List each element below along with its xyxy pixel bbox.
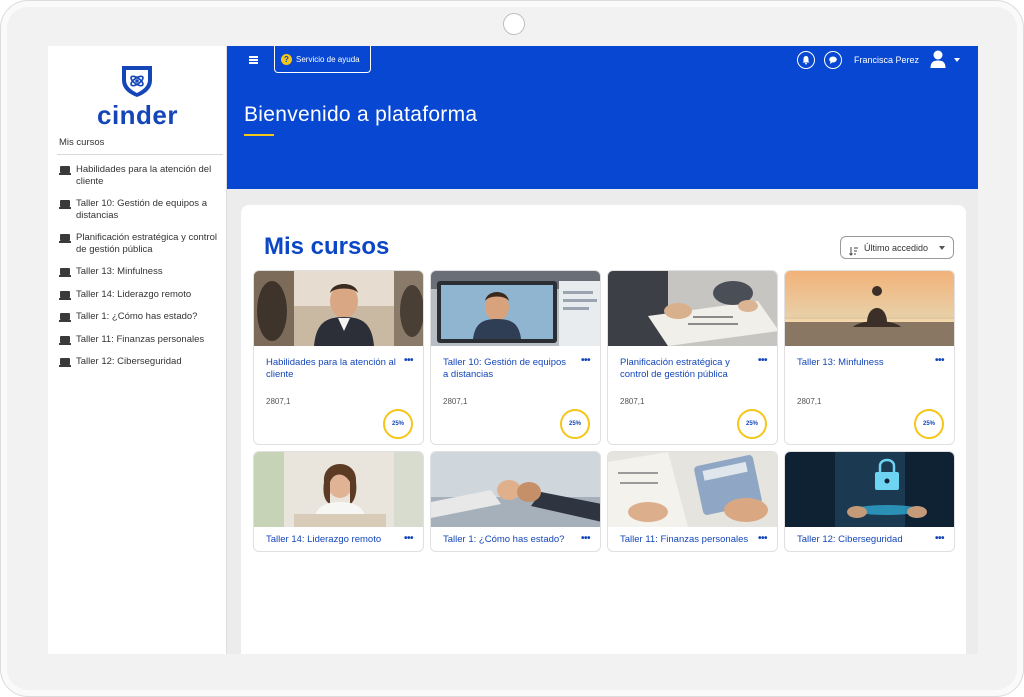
question-icon: ? <box>281 53 292 65</box>
course-title[interactable]: Taller 12: Ciberseguridad <box>797 534 947 546</box>
course-card[interactable]: Taller 13: Minfulness ••• 2807,1 25% <box>784 270 955 445</box>
course-card[interactable]: Taller 14: Liderazgo remoto ••• <box>253 451 424 552</box>
course-code: 2807,1 <box>620 397 645 406</box>
progress-ring: 25% <box>737 409 767 439</box>
monitor-icon <box>59 200 71 209</box>
course-code: 2807,1 <box>443 397 468 406</box>
course-code: 2807,1 <box>266 397 291 406</box>
calculator-image <box>608 452 777 527</box>
sort-label: Último accedido <box>864 242 929 253</box>
sidebar-item-taller-13[interactable]: Taller 13: Minfulness <box>59 266 225 278</box>
sidebar-item-taller-14[interactable]: Taller 14: Liderazgo remoto <box>59 289 225 301</box>
sidebar-item-label: Planificación estratégica y control de g… <box>76 232 217 255</box>
sidebar-item-label: Taller 11: Finanzas personales <box>76 333 205 345</box>
sidebar-title: Mis cursos <box>59 137 105 148</box>
sidebar-course-list: Habilidades para la atención del cliente… <box>59 164 225 379</box>
sidebar-divider <box>57 154 223 155</box>
course-card[interactable]: Taller 11: Finanzas personales ••• <box>607 451 778 552</box>
more-options-icon[interactable]: ••• <box>581 533 591 544</box>
course-code: 2807,1 <box>797 397 822 406</box>
monitor-icon <box>59 313 71 322</box>
sidebar-item-label: Taller 14: Liderazgo remoto <box>76 288 192 300</box>
more-options-icon[interactable]: ••• <box>758 355 768 366</box>
more-options-icon[interactable]: ••• <box>758 533 768 544</box>
course-title[interactable]: Taller 1: ¿Cómo has estado? <box>443 534 593 546</box>
course-card[interactable]: Planificación estratégica y control de g… <box>607 270 778 445</box>
tablet-frame: cinder Mis cursos Habilidades para la at… <box>0 0 1024 697</box>
progress-value: 25% <box>745 421 758 427</box>
progress-value: 25% <box>568 421 581 427</box>
sidebar-item-habilidades[interactable]: Habilidades para la atención del cliente <box>59 164 225 187</box>
sidebar-item-label: Taller 1: ¿Cómo has estado? <box>76 311 198 322</box>
messages-chat-icon[interactable] <box>824 51 842 69</box>
app-screen: cinder Mis cursos Habilidades para la at… <box>48 46 978 654</box>
video-call-image <box>431 271 600 346</box>
woman-smiling-image <box>254 452 423 527</box>
monitor-icon <box>59 335 71 345</box>
more-options-icon[interactable]: ••• <box>935 533 945 544</box>
more-options-icon[interactable]: ••• <box>404 533 414 544</box>
camera-dot <box>503 13 525 35</box>
courses-panel: Mis cursos Último accedido Habilidades p… <box>241 205 966 654</box>
sort-dropdown[interactable]: Último accedido <box>840 236 954 259</box>
documents-meeting-image <box>608 271 777 346</box>
progress-ring: 25% <box>383 409 413 439</box>
logo-text: cinder <box>96 100 179 130</box>
chevron-down-icon <box>939 246 945 250</box>
help-service-button[interactable]: ? Servicio de ayuda <box>274 46 371 73</box>
course-card[interactable]: Taller 1: ¿Cómo has estado? ••• <box>430 451 601 552</box>
notifications-bell-icon[interactable] <box>797 51 815 69</box>
progress-ring: 25% <box>560 409 590 439</box>
sidebar-item-label: Taller 10: Gestión de equipos a distanci… <box>76 198 207 221</box>
sidebar-item-label: Habilidades para la atención del cliente <box>76 164 212 187</box>
meditation-sunset-image <box>785 271 954 346</box>
cinder-shield-icon <box>122 66 152 97</box>
sidebar-item-label: Taller 12: Ciberseguridad <box>76 356 182 367</box>
course-title[interactable]: Taller 11: Finanzas personales <box>620 534 770 546</box>
progress-value: 25% <box>391 421 404 427</box>
more-options-icon[interactable]: ••• <box>404 355 414 366</box>
help-service-label: Servicio de ayuda <box>296 54 360 64</box>
sidebar: cinder Mis cursos Habilidades para la at… <box>48 46 227 654</box>
sidebar-item-taller-1[interactable]: Taller 1: ¿Cómo has estado? <box>59 311 225 323</box>
progress-value: 25% <box>922 421 935 427</box>
user-name[interactable]: Francisca Perez <box>854 55 919 65</box>
monitor-icon <box>59 268 71 277</box>
course-title[interactable]: Planificación estratégica y control de g… <box>620 357 750 380</box>
monitor-icon <box>59 234 71 243</box>
course-card[interactable]: Habilidades para la atención al cliente … <box>253 270 424 445</box>
business-man-smiling-image <box>254 271 423 346</box>
sort-icon <box>849 243 859 256</box>
course-card[interactable]: Taller 10: Gestión de equipos a distanci… <box>430 270 601 445</box>
monitor-icon <box>59 358 71 367</box>
sidebar-item-taller-11[interactable]: Taller 11: Finanzas personales <box>59 334 225 346</box>
monitor-icon <box>59 166 71 175</box>
course-title[interactable]: Taller 10: Gestión de equipos a distanci… <box>443 357 573 380</box>
progress-ring: 25% <box>914 409 944 439</box>
sidebar-item-planificacion[interactable]: Planificación estratégica y control de g… <box>59 232 225 255</box>
sidebar-item-label: Taller 13: Minfulness <box>76 266 163 277</box>
course-card[interactable]: Taller 12: Ciberseguridad ••• <box>784 451 955 552</box>
logo[interactable]: cinder <box>48 60 227 130</box>
course-title[interactable]: Taller 13: Minfulness <box>797 357 927 369</box>
digital-lock-image <box>785 452 954 527</box>
user-menu-caret-icon[interactable] <box>954 58 960 62</box>
welcome-underline <box>244 134 274 136</box>
user-avatar-icon[interactable] <box>929 49 947 69</box>
hamburger-menu-icon[interactable] <box>249 56 259 64</box>
sidebar-item-taller-12[interactable]: Taller 12: Ciberseguridad <box>59 356 225 368</box>
course-title[interactable]: Habilidades para la atención al cliente <box>266 357 396 380</box>
header-banner: ? Servicio de ayuda Francisca Perez Bien… <box>227 46 978 189</box>
sidebar-item-taller-10[interactable]: Taller 10: Gestión de equipos a distanci… <box>59 198 225 221</box>
course-title[interactable]: Taller 14: Liderazgo remoto <box>266 534 416 546</box>
more-options-icon[interactable]: ••• <box>935 355 945 366</box>
more-options-icon[interactable]: ••• <box>581 355 591 366</box>
page-title: Mis cursos <box>264 233 390 260</box>
welcome-heading: Bienvenido a plataforma <box>244 103 478 126</box>
monitor-icon <box>59 290 71 300</box>
fist-bump-image <box>431 452 600 527</box>
